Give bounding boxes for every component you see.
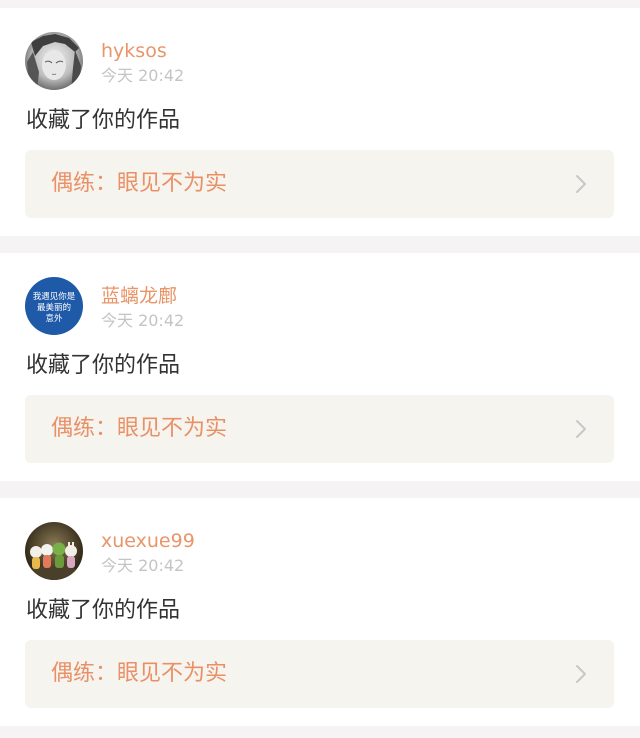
work-title: 偶练：眼见不为实 xyxy=(51,416,228,441)
work-link[interactable]: 偶练：眼见不为实 xyxy=(25,640,614,708)
grayscale-portrait-avatar-icon xyxy=(25,32,83,90)
chevron-right-icon xyxy=(574,664,588,684)
blue-text-avatar-icon: 我遇见你是 最美丽的 意外 xyxy=(25,277,83,335)
work-title: 偶练：眼见不为实 xyxy=(51,171,228,196)
notification-card: xuexue99 今天 20:42 收藏了你的作品 偶练：眼见不为实 xyxy=(0,498,640,726)
avatar[interactable] xyxy=(25,32,83,90)
work-title: 偶练：眼见不为实 xyxy=(51,661,228,686)
notification-card: hyksos 今天 20:42 收藏了你的作品 偶练：眼见不为实 xyxy=(0,8,640,236)
timestamp: 今天 20:42 xyxy=(101,556,185,575)
toy-figures-avatar-icon xyxy=(25,522,83,580)
username[interactable]: xuexue99 xyxy=(101,530,195,552)
timestamp: 今天 20:42 xyxy=(101,66,185,85)
notification-feed: hyksos 今天 20:42 收藏了你的作品 偶练：眼见不为实 我遇见你是 最… xyxy=(0,0,640,738)
avatar-text-line: 我遇见你是 xyxy=(33,291,76,302)
work-link[interactable]: 偶练：眼见不为实 xyxy=(25,150,614,218)
work-link[interactable]: 偶练：眼见不为实 xyxy=(25,395,614,463)
action-text: 收藏了你的作品 xyxy=(26,108,181,133)
avatar[interactable]: 我遇见你是 最美丽的 意外 xyxy=(25,277,83,335)
username[interactable]: hyksos xyxy=(101,40,167,62)
action-text: 收藏了你的作品 xyxy=(26,598,181,623)
chevron-right-icon xyxy=(574,419,588,439)
avatar[interactable] xyxy=(25,522,83,580)
avatar-text-line: 意外 xyxy=(45,313,63,324)
timestamp: 今天 20:42 xyxy=(101,311,185,330)
chevron-right-icon xyxy=(574,174,588,194)
avatar-text-line: 最美丽的 xyxy=(37,302,71,313)
action-text: 收藏了你的作品 xyxy=(26,353,181,378)
username[interactable]: 蓝螭龙鄜 xyxy=(101,285,177,307)
notification-card: 我遇见你是 最美丽的 意外 蓝螭龙鄜 今天 20:42 收藏了你的作品 偶练：眼… xyxy=(0,253,640,481)
